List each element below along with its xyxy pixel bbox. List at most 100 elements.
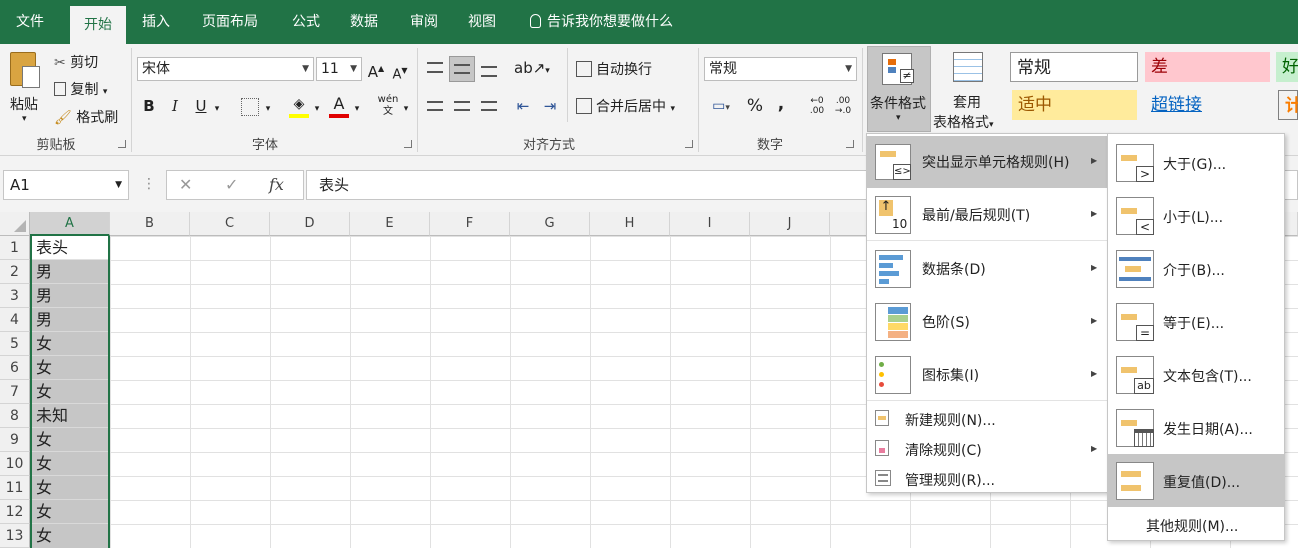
column-header[interactable]: A (30, 212, 110, 236)
tab-home[interactable]: 开始 (70, 6, 126, 44)
cell-style-bad[interactable]: 差 (1145, 52, 1270, 82)
merge-center-button[interactable]: 合并后居中 ▾ (576, 96, 675, 116)
font-launcher-icon[interactable] (404, 140, 412, 148)
column-header[interactable]: G (510, 212, 590, 236)
phonetic-guide-icon[interactable]: wén 文 (377, 94, 399, 118)
column-header[interactable]: B (110, 212, 190, 236)
cancel-icon[interactable]: ✕ (179, 175, 192, 194)
table-cell[interactable]: 女 (32, 356, 108, 380)
chevron-down-icon[interactable]: ▾ (263, 99, 273, 119)
percent-style-button[interactable]: % (744, 96, 766, 116)
italic-button[interactable]: I (166, 96, 184, 116)
table-cell[interactable]: 女 (32, 332, 108, 356)
chevron-down-icon[interactable]: ▾ (312, 99, 322, 119)
decrease-decimal-icon[interactable]: .00 →.0 (832, 96, 854, 116)
increase-indent-icon[interactable]: ⇥ (539, 96, 561, 116)
menu-item-color-scales[interactable]: 色阶(S) ▶ (867, 295, 1107, 348)
submenu-item-equal-to[interactable]: = 等于(E)... (1108, 295, 1284, 348)
paste-button[interactable]: 粘贴 ▾ (4, 48, 46, 130)
tab-insert[interactable]: 插入 (130, 0, 182, 44)
column-header[interactable]: J (750, 212, 830, 236)
align-middle-icon[interactable] (449, 56, 475, 82)
bold-button[interactable]: B (140, 96, 158, 116)
table-cell[interactable]: 男 (32, 308, 108, 332)
chevron-down-icon[interactable]: ▾ (401, 99, 411, 119)
alignment-launcher-icon[interactable] (685, 140, 693, 148)
table-cell[interactable]: 女 (32, 428, 108, 452)
submenu-item-text-contains[interactable]: ab 文本包含(T)... (1108, 348, 1284, 401)
grow-font-button[interactable]: A▲ (367, 59, 385, 82)
row-header[interactable]: 2 (0, 260, 30, 284)
font-name-combo[interactable]: 宋体 ▼ (137, 57, 314, 81)
format-as-table-button[interactable]: 套用 表格格式▾ (933, 46, 1005, 132)
column-header[interactable]: E (350, 212, 430, 236)
underline-dropdown-icon[interactable]: ▾ (212, 99, 222, 119)
tab-data[interactable]: 数据 (338, 0, 390, 44)
row-header[interactable]: 11 (0, 476, 30, 500)
table-cell[interactable]: 表头 (32, 236, 108, 260)
cell-style-hyperlink[interactable]: 超链接 (1145, 90, 1270, 120)
submenu-item-more-rules[interactable]: 其他规则(M)... (1108, 508, 1284, 540)
copy-button[interactable]: 复制 ▾ (54, 79, 107, 99)
menu-item-new-rule[interactable]: 新建规则(N)... (867, 404, 1107, 434)
tab-formulas[interactable]: 公式 (280, 0, 332, 44)
row-header[interactable]: 12 (0, 500, 30, 524)
menu-item-icon-sets[interactable]: 图标集(I) ▶ (867, 348, 1107, 401)
table-cell[interactable]: 男 (32, 260, 108, 284)
tab-file[interactable]: 文件 (4, 0, 56, 44)
enter-icon[interactable]: ✓ (225, 175, 238, 194)
cut-button[interactable]: ✂ 剪切 (54, 52, 98, 72)
align-center-icon[interactable] (451, 96, 473, 118)
table-cell[interactable]: 女 (32, 476, 108, 500)
select-all-corner[interactable] (0, 212, 30, 236)
column-header[interactable]: C (190, 212, 270, 236)
menu-item-highlight-rules[interactable]: ≤> 突出显示单元格规则(H) ▶ (867, 136, 1107, 188)
shrink-font-button[interactable]: A▼ (391, 61, 409, 85)
column-header[interactable]: D (270, 212, 350, 236)
row-header[interactable]: 8 (0, 404, 30, 428)
drag-handle-icon[interactable]: ⋮ (142, 176, 156, 192)
tab-page-layout[interactable]: 页面布局 (190, 0, 270, 44)
font-color-button[interactable]: A (329, 94, 349, 114)
name-box[interactable]: A1 ▼ (3, 170, 129, 200)
row-header[interactable]: 5 (0, 332, 30, 356)
table-cell[interactable]: 女 (32, 452, 108, 476)
row-header[interactable]: 1 (0, 236, 30, 260)
font-size-combo[interactable]: 11 ▼ (316, 57, 362, 81)
orientation-icon[interactable]: ab↗▾ (514, 58, 550, 81)
column-header[interactable]: H (590, 212, 670, 236)
conditional-formatting-button[interactable]: ≠ 条件格式 ▾ (867, 46, 931, 132)
row-header[interactable]: 6 (0, 356, 30, 380)
submenu-item-less-than[interactable]: < 小于(L)... (1108, 189, 1284, 242)
borders-icon[interactable] (241, 98, 259, 116)
decrease-indent-icon[interactable]: ⇤ (512, 96, 534, 116)
column-header[interactable]: I (670, 212, 750, 236)
table-cell[interactable]: 女 (32, 500, 108, 524)
clipboard-launcher-icon[interactable] (118, 140, 126, 148)
row-header[interactable]: 3 (0, 284, 30, 308)
number-launcher-icon[interactable] (846, 140, 854, 148)
currency-format-icon[interactable]: ▭▾ (706, 96, 736, 118)
fill-color-icon[interactable]: ◈ (289, 94, 309, 114)
menu-item-data-bars[interactable]: 数据条(D) ▶ (867, 242, 1107, 295)
underline-button[interactable]: U (192, 96, 210, 116)
chevron-down-icon[interactable]: ▾ (352, 99, 362, 119)
menu-item-clear-rules[interactable]: 清除规则(C) ▶ (867, 434, 1107, 464)
cell-style-calculation[interactable]: 计 (1278, 90, 1298, 120)
insert-function-icon[interactable]: fx (269, 175, 284, 194)
tab-view[interactable]: 视图 (456, 0, 508, 44)
row-header[interactable]: 4 (0, 308, 30, 332)
align-top-icon[interactable] (424, 58, 446, 80)
format-painter-button[interactable]: 🖌 格式刷 (54, 107, 118, 127)
submenu-item-duplicate-values[interactable]: 重复值(D)... (1108, 454, 1284, 507)
table-cell[interactable]: 女 (32, 380, 108, 404)
align-bottom-icon[interactable] (478, 58, 500, 80)
submenu-item-greater-than[interactable]: > 大于(G)... (1108, 136, 1284, 189)
row-header[interactable]: 7 (0, 380, 30, 404)
tell-me-box[interactable]: 告诉我你想要做什么 (518, 0, 685, 44)
table-cell[interactable]: 男 (32, 284, 108, 308)
cell-style-neutral[interactable]: 适中 (1012, 90, 1137, 120)
menu-item-top-bottom[interactable]: ↑ 10 最前/最后规则(T) ▶ (867, 188, 1107, 241)
align-left-icon[interactable] (424, 96, 446, 118)
cell-style-normal[interactable]: 常规 (1010, 52, 1138, 82)
